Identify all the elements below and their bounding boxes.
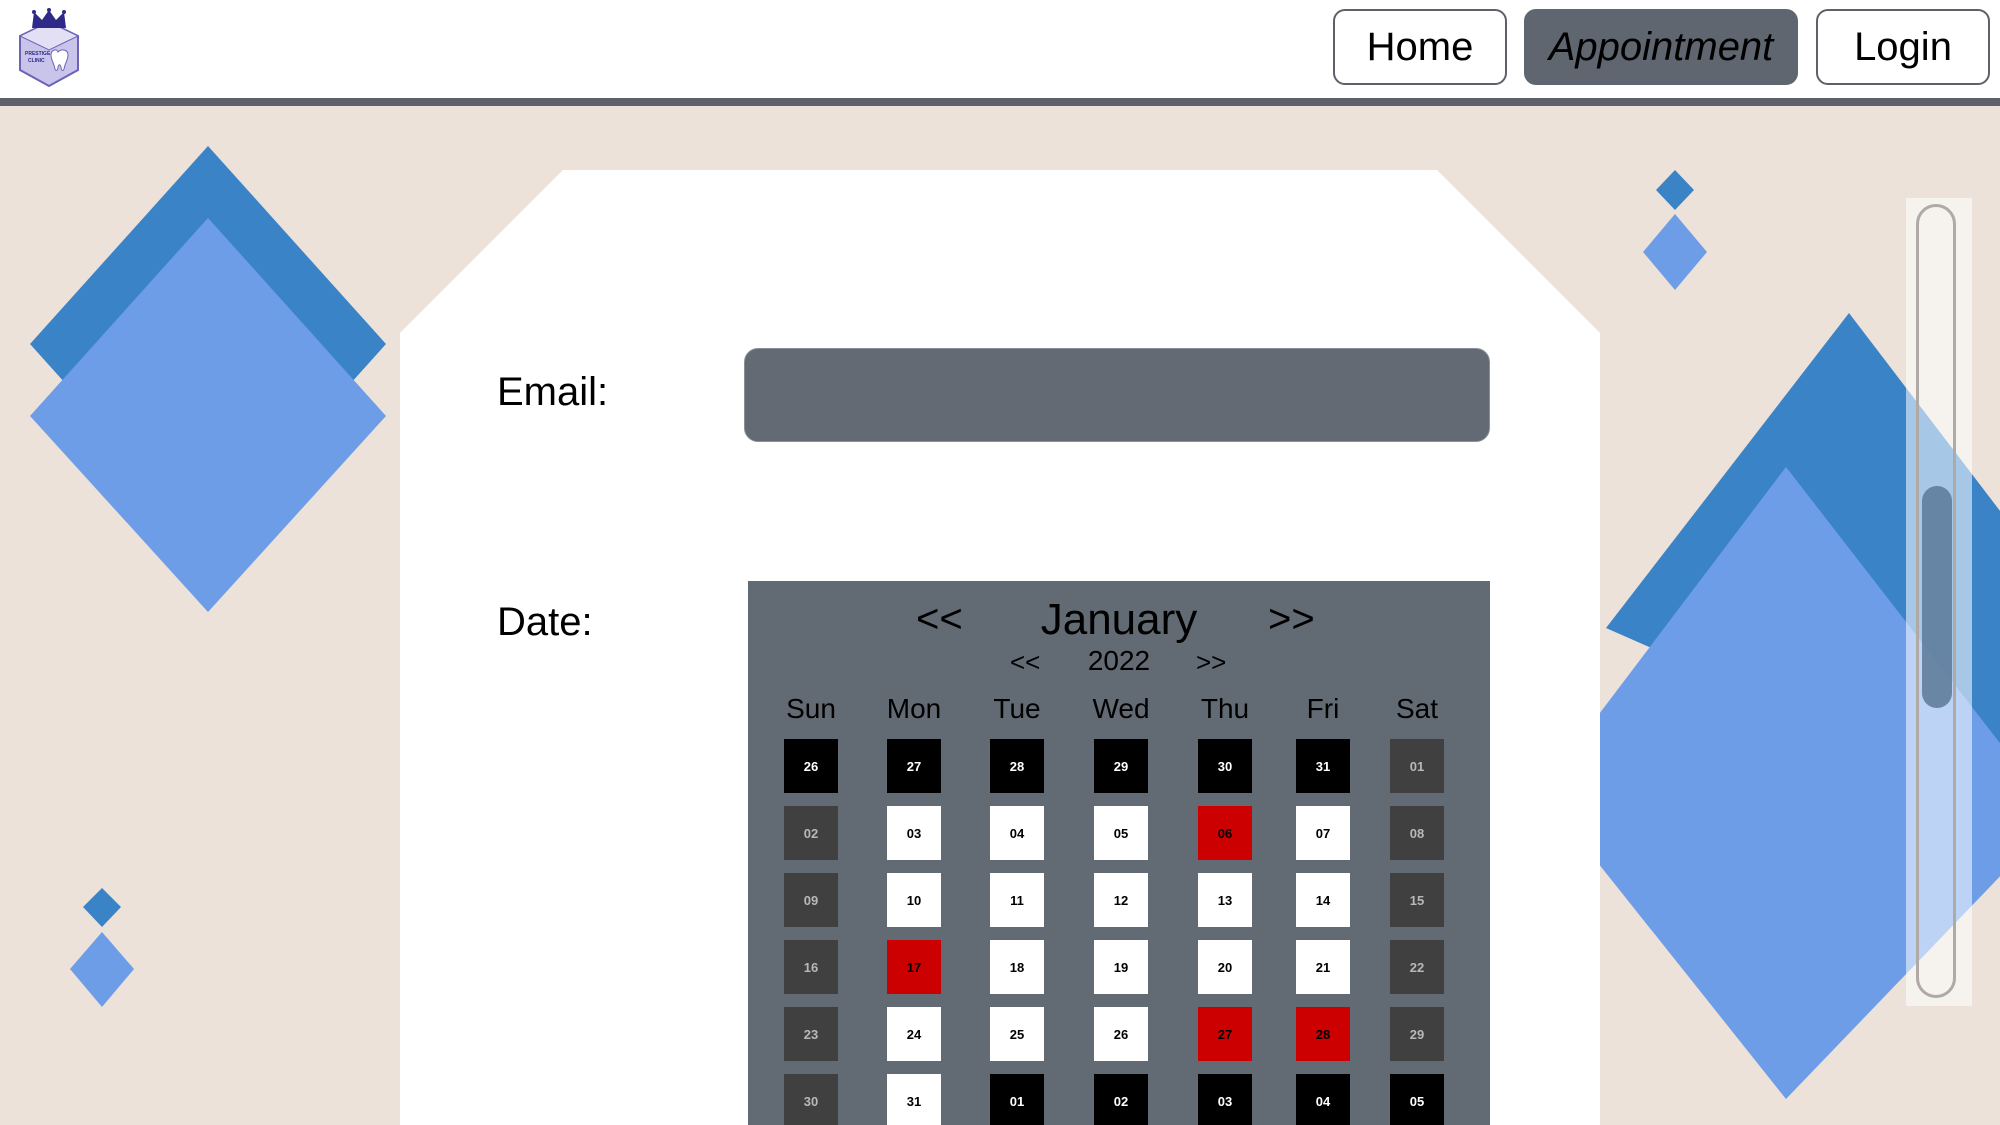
calendar-day-avail[interactable]: 26 [1094,1007,1148,1061]
calendar-day-avail[interactable]: 24 [887,1007,941,1061]
calendar-day-avail[interactable]: 20 [1198,940,1252,994]
diamond-shape [83,888,121,927]
calendar-day-weekend: 22 [1390,940,1444,994]
calendar-day-other: 27 [887,739,941,793]
logo-text-line2: CLINIC [28,58,45,64]
header: PRESTIGE CLINIC Home Appointment Login [0,0,2000,98]
calendar-day-other: 01 [990,1074,1044,1125]
calendar-day-avail[interactable]: 21 [1296,940,1350,994]
appointment-form-card: Email: Date: January << >> 2022 << >> Su… [400,170,1600,1125]
calendar-day-other: 30 [1198,739,1252,793]
prev-month-button[interactable]: << [916,597,963,642]
main-area: Email: Date: January << >> 2022 << >> Su… [0,106,2000,1125]
calendar-day-avail[interactable]: 04 [990,806,1044,860]
next-month-button[interactable]: >> [1268,597,1315,642]
weekday-header: Wed [1092,693,1150,724]
clinic-logo[interactable]: PRESTIGE CLINIC [14,8,84,88]
calendar-day-weekend: 23 [784,1007,838,1061]
date-label: Date: [497,600,593,644]
calendar-day-weekend: 01 [1390,739,1444,793]
weekday-header: Sun [786,693,836,724]
scrollbar-thumb[interactable] [1922,486,1952,708]
weekday-header: Fri [1306,693,1340,724]
calendar-year: 2022 [1087,645,1151,676]
calendar-day-weekend: 02 [784,806,838,860]
email-label: Email: [497,370,609,414]
calendar-day-avail[interactable]: 05 [1094,806,1148,860]
calendar-day-weekend: 15 [1390,873,1444,927]
logo-text-line1: PRESTIGE [25,51,51,57]
email-input[interactable] [744,348,1490,442]
calendar-day-other: 03 [1198,1074,1252,1125]
weekday-header: Thu [1200,693,1250,724]
calendar-day-other: 26 [784,739,838,793]
calendar-day-avail[interactable]: 18 [990,940,1044,994]
calendar-day-avail[interactable]: 13 [1198,873,1252,927]
calendar-day-other: 02 [1094,1074,1148,1125]
calendar-day-avail[interactable]: 14 [1296,873,1350,927]
header-divider [0,98,2000,106]
date-picker-calendar: January << >> 2022 << >> Sun Mon Tue Wed Thu… [748,581,1490,1125]
nav-home-button[interactable]: Home [1333,9,1507,85]
weekday-header: Mon [886,693,942,724]
calendar-day-weekend: 29 [1390,1007,1444,1061]
diamond-shape [1656,170,1694,210]
calendar-day-booked: 06 [1198,806,1252,860]
calendar-day-weekend: 09 [784,873,838,927]
diamond-shape [1643,214,1707,290]
next-year-button[interactable]: >> [1196,647,1226,678]
calendar-day-avail[interactable]: 07 [1296,806,1350,860]
scrollbar[interactable] [1906,198,1972,1006]
calendar-day-other: 29 [1094,739,1148,793]
calendar-day-avail[interactable]: 10 [887,873,941,927]
calendar-day-avail[interactable]: 31 [887,1074,941,1125]
calendar-day-avail[interactable]: 12 [1094,873,1148,927]
calendar-day-avail[interactable]: 03 [887,806,941,860]
calendar-day-other: 31 [1296,739,1350,793]
calendar-day-weekend: 30 [784,1074,838,1125]
calendar-day-booked: 27 [1198,1007,1252,1061]
calendar-day-avail[interactable]: 11 [990,873,1044,927]
weekday-header: Sat [1395,693,1439,724]
diamond-shape [30,218,386,612]
weekday-header: Tue [993,693,1041,724]
nav-appointment-button[interactable]: Appointment [1524,9,1798,85]
calendar-day-other: 05 [1390,1074,1444,1125]
calendar-day-other: 04 [1296,1074,1350,1125]
calendar-day-booked: 28 [1296,1007,1350,1061]
calendar-month: January [1040,595,1198,644]
calendar-day-booked: 17 [887,940,941,994]
calendar-day-other: 28 [990,739,1044,793]
calendar-day-weekend: 08 [1390,806,1444,860]
nav-login-button[interactable]: Login [1816,9,1990,85]
prev-year-button[interactable]: << [1010,647,1040,678]
calendar-day-weekend: 16 [784,940,838,994]
calendar-day-avail[interactable]: 19 [1094,940,1148,994]
diamond-shape [70,932,134,1007]
calendar-day-avail[interactable]: 25 [990,1007,1044,1061]
